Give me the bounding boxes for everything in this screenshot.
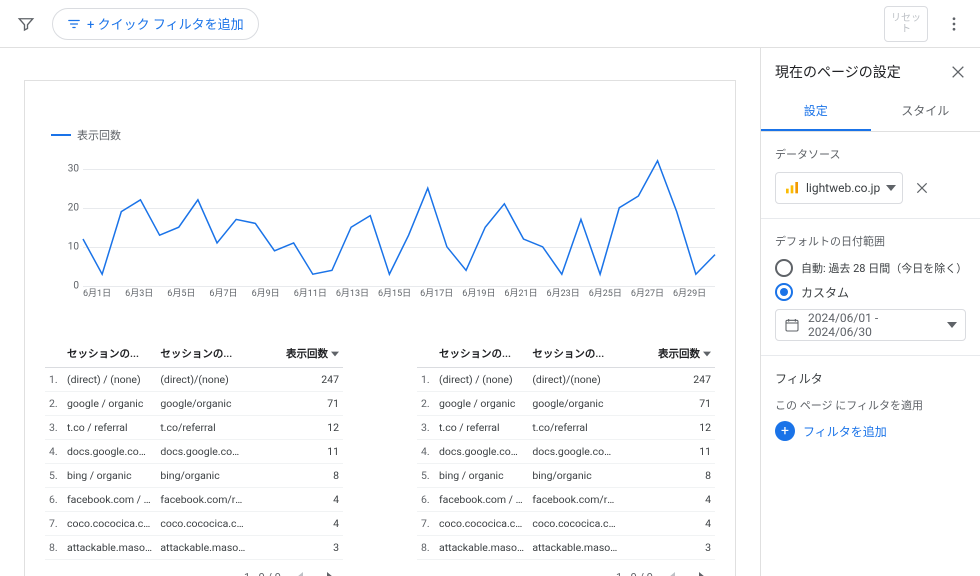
data-table-left[interactable]: セッションの... セッションの... 表示回数 1.(direct) / (n… — [45, 340, 343, 576]
x-tick: 6月7日 — [209, 286, 251, 304]
chevron-down-icon — [886, 183, 896, 193]
col-header[interactable]: セッションの... — [63, 340, 156, 368]
date-range-auto-option[interactable]: 自動: 過去 28 日間（今日を除く） — [775, 259, 966, 277]
data-source-chip[interactable]: lightweb.co.jp — [775, 172, 903, 204]
table-row[interactable]: 4.docs.google.com ...docs.google.com/...… — [45, 440, 343, 464]
pager-status: 1 - 9 / 9 — [244, 571, 281, 576]
filter-icon[interactable] — [8, 6, 44, 42]
data-source-name: lightweb.co.jp — [806, 181, 880, 195]
x-tick: 6月11日 — [294, 286, 336, 304]
reset-button[interactable]: リセッ ト — [884, 6, 928, 42]
table-row[interactable]: 1.(direct) / (none)(direct)/(none)247 — [45, 368, 343, 392]
x-tick: 6月23日 — [547, 286, 589, 304]
more-icon[interactable] — [936, 6, 972, 42]
x-tick: 6月25日 — [589, 286, 631, 304]
pager-status: 1 - 9 / 9 — [616, 571, 653, 576]
y-tick: 30 — [68, 163, 79, 174]
col-header[interactable]: 表示回数 — [622, 340, 715, 368]
table-row[interactable]: 8.attackable.masou...attackable.masou...… — [45, 536, 343, 560]
chart-x-axis: 6月1日6月3日6月5日6月7日6月9日6月11日6月13日6月15日6月17日… — [83, 286, 715, 304]
calendar-icon — [784, 317, 800, 333]
date-range-label: デフォルトの日付範囲 — [775, 233, 966, 249]
y-tick: 10 — [68, 241, 79, 252]
table-row[interactable]: 1.(direct) / (none)(direct)/(none)247 — [417, 368, 715, 392]
col-header[interactable]: セッションの... — [435, 340, 528, 368]
col-header[interactable]: セッションの... — [528, 340, 621, 368]
add-filter-button[interactable]: + フィルタを追加 — [775, 421, 966, 441]
x-tick: 6月1日 — [83, 286, 125, 304]
table-row[interactable]: 6.facebook.com / re...facebook.com/ref..… — [417, 488, 715, 512]
panel-tabs: 設定 スタイル — [761, 92, 980, 132]
y-tick: 0 — [73, 281, 79, 292]
pager-next-button[interactable] — [319, 566, 341, 576]
table-row[interactable]: 6.facebook.com / re...facebook.com/ref..… — [45, 488, 343, 512]
settings-panel: 現在のページの設定 設定 スタイル データソース lightweb.co.jp — [760, 48, 980, 576]
table-row[interactable]: 7.coco.cococica.co...coco.cococica.co...… — [45, 512, 343, 536]
toolbar: + クイック フィルタを追加 リセッ ト — [0, 0, 980, 48]
y-tick: 20 — [68, 202, 79, 213]
panel-title: 現在のページの設定 — [775, 62, 901, 82]
table-row[interactable]: 4.docs.google.com ...docs.google.com/...… — [417, 440, 715, 464]
tab-settings[interactable]: 設定 — [761, 92, 871, 131]
table-row[interactable]: 2.google / organicgoogle/organic71 — [45, 392, 343, 416]
date-range-input[interactable]: 2024/06/01 - 2024/06/30 — [775, 309, 966, 341]
plus-icon: + — [775, 421, 795, 441]
radio-icon — [775, 283, 793, 301]
report-canvas: 表示回数 0102030 6月1日6月3日6月5日6月7日6月9日6月11日6月… — [0, 48, 760, 576]
remove-data-source-button[interactable] — [915, 181, 929, 195]
table-row[interactable]: 8.attackable.masou...attackable.masou...… — [417, 536, 715, 560]
table-row[interactable]: 5.bing / organicbing/organic8 — [417, 464, 715, 488]
pager-prev-button[interactable] — [289, 566, 311, 576]
data-table-right[interactable]: セッションの... セッションの... 表示回数 1.(direct) / (n… — [417, 340, 715, 576]
legend-swatch — [51, 134, 71, 136]
add-quick-filter-button[interactable]: + クイック フィルタを追加 — [52, 8, 259, 40]
chart-plot — [83, 149, 715, 286]
x-tick: 6月3日 — [125, 286, 167, 304]
add-quick-filter-label: + クイック フィルタを追加 — [87, 14, 244, 33]
x-tick: 6月5日 — [167, 286, 209, 304]
chevron-down-icon — [331, 350, 339, 358]
tab-style[interactable]: スタイル — [871, 92, 980, 131]
x-tick: 6月21日 — [504, 286, 546, 304]
col-header[interactable]: セッションの... — [156, 340, 249, 368]
x-tick: 6月19日 — [462, 286, 504, 304]
chevron-down-icon — [947, 320, 957, 330]
time-series-chart[interactable]: 表示回数 0102030 6月1日6月3日6月5日6月7日6月9日6月11日6月… — [37, 109, 723, 316]
x-tick: 6月29日 — [673, 286, 715, 304]
table-row[interactable]: 3.t.co / referralt.co/referral12 — [45, 416, 343, 440]
table-row[interactable]: 3.t.co / referralt.co/referral12 — [417, 416, 715, 440]
table-pager: 1 - 9 / 9 — [45, 560, 343, 576]
date-range-custom-option[interactable]: カスタム — [775, 283, 966, 301]
radio-icon — [775, 259, 793, 277]
col-header[interactable]: 表示回数 — [250, 340, 343, 368]
close-icon[interactable] — [950, 64, 966, 80]
filter-label: フィルタ — [775, 370, 966, 387]
table-row[interactable]: 2.google / organicgoogle/organic71 — [417, 392, 715, 416]
date-range-value: 2024/06/01 - 2024/06/30 — [808, 311, 939, 339]
legend-label: 表示回数 — [77, 127, 121, 143]
x-tick: 6月27日 — [631, 286, 673, 304]
chevron-down-icon — [703, 350, 711, 358]
table-pager: 1 - 9 / 9 — [417, 560, 715, 576]
pager-next-button[interactable] — [691, 566, 713, 576]
data-source-label: データソース — [775, 146, 966, 162]
x-tick: 6月17日 — [420, 286, 462, 304]
chart-legend: 表示回数 — [45, 127, 715, 143]
pager-prev-button[interactable] — [661, 566, 683, 576]
x-tick: 6月9日 — [252, 286, 294, 304]
filter-subtext: この ページ にフィルタを適用 — [775, 397, 966, 413]
chart-y-axis: 0102030 — [45, 149, 83, 286]
analytics-icon — [784, 180, 800, 196]
x-tick: 6月15日 — [378, 286, 420, 304]
table-row[interactable]: 7.coco.cococica.co...coco.cococica.co...… — [417, 512, 715, 536]
x-tick: 6月13日 — [336, 286, 378, 304]
table-row[interactable]: 5.bing / organicbing/organic8 — [45, 464, 343, 488]
